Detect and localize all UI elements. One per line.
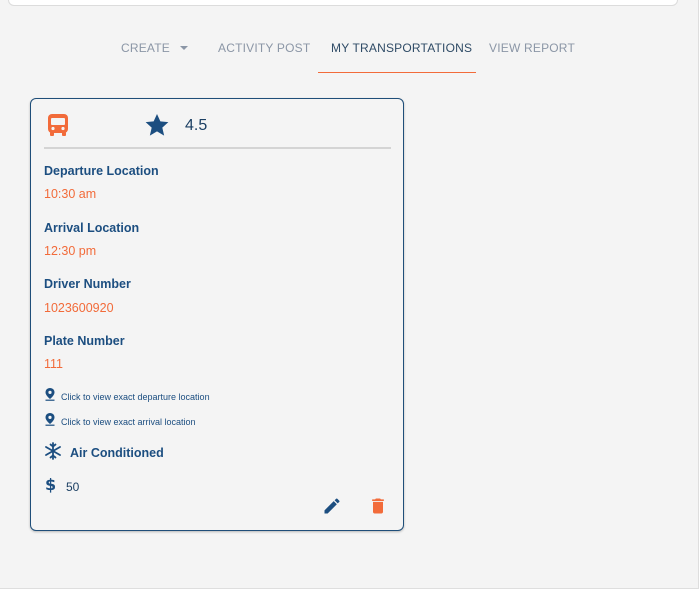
- trash-icon: [368, 498, 388, 520]
- plate-number-label: Plate Number: [44, 334, 125, 348]
- plate-number-value: 111: [44, 357, 64, 371]
- tab-bar: CREATE ACTIVITY POST MY TRANSPORTATIONS …: [0, 28, 699, 74]
- star-icon: [144, 112, 170, 143]
- tab-view-report[interactable]: VIEW REPORT: [489, 28, 575, 72]
- arrival-location-link-text: Click to view exact arrival location: [61, 417, 196, 427]
- air-conditioned-feature: Air Conditioned: [44, 441, 164, 465]
- active-tab-indicator: [318, 72, 476, 73]
- tab-view-report-label: VIEW REPORT: [489, 41, 575, 55]
- driver-number-value: 1023600920: [44, 301, 114, 315]
- tab-create[interactable]: CREATE: [121, 28, 188, 72]
- departure-location-link-text: Click to view exact departure location: [61, 392, 210, 402]
- arrival-location-label: Arrival Location: [44, 221, 140, 235]
- dollar-icon: $: [45, 475, 57, 498]
- arrival-location-link[interactable]: Click to view exact arrival location: [45, 413, 196, 431]
- map-pin-icon: [45, 413, 55, 431]
- air-conditioned-label: Air Conditioned: [70, 446, 164, 460]
- edit-button[interactable]: [322, 496, 342, 516]
- tab-my-transportations[interactable]: MY TRANSPORTATIONS: [331, 28, 472, 72]
- card-header: 4.5: [44, 111, 391, 149]
- driver-number-label: Driver Number: [44, 277, 131, 291]
- map-pin-icon: [45, 388, 55, 406]
- chevron-down-icon: [179, 45, 188, 50]
- price: $ 50: [45, 475, 80, 498]
- transportation-card: 4.5 Departure Location 10:30 am Arrival …: [30, 98, 404, 531]
- departure-location-label: Departure Location: [44, 164, 159, 178]
- tab-my-transportations-label: MY TRANSPORTATIONS: [331, 41, 473, 55]
- pencil-icon: [322, 498, 342, 520]
- departure-location-link[interactable]: Click to view exact departure location: [45, 388, 210, 406]
- bus-icon: [47, 113, 69, 142]
- tab-activity-post-label: ACTIVITY POST: [218, 41, 311, 55]
- arrival-location-value: 12:30 pm: [44, 244, 97, 258]
- rating-value: 4.5: [185, 117, 208, 134]
- tab-create-label: CREATE: [121, 41, 170, 55]
- delete-button[interactable]: [368, 496, 388, 516]
- svg-text:$: $: [45, 476, 56, 493]
- price-value: 50: [66, 480, 80, 494]
- top-panel: [8, 0, 678, 6]
- snowflake-icon: [44, 441, 62, 465]
- tab-activity-post[interactable]: ACTIVITY POST: [218, 28, 310, 72]
- departure-location-value: 10:30 am: [44, 187, 97, 201]
